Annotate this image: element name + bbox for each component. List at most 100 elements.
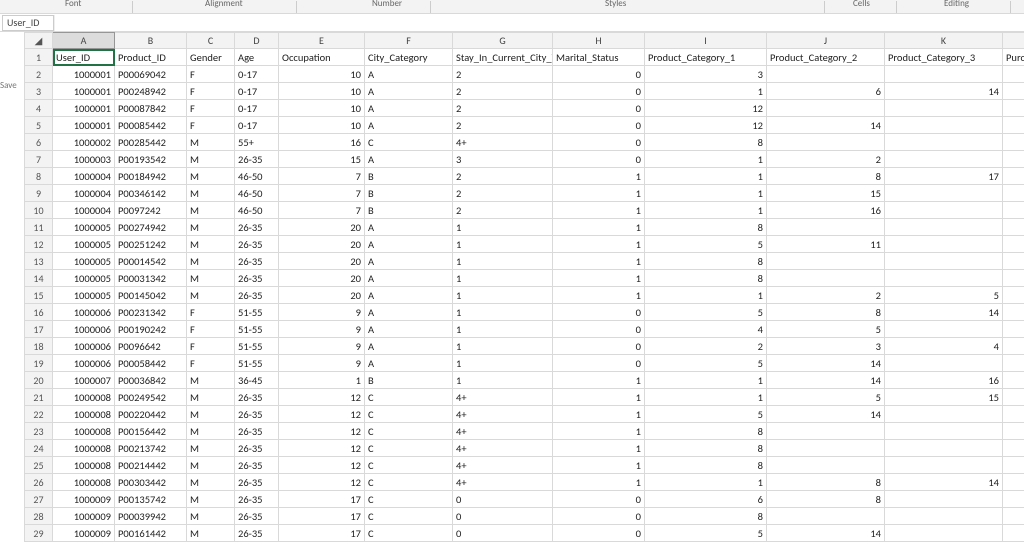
cell[interactable]: 4+ (453, 423, 553, 440)
cell[interactable] (885, 253, 1003, 270)
col-header-A[interactable]: A (53, 33, 115, 49)
cell[interactable]: P00274942 (115, 219, 187, 236)
cell[interactable]: 1 (453, 219, 553, 236)
cell[interactable] (767, 134, 885, 151)
table-row[interactable]: 1User_IDProduct_IDGenderAgeOccupationCit… (25, 49, 1024, 66)
cell[interactable]: A (365, 100, 453, 117)
cell[interactable]: M (187, 151, 235, 168)
cell[interactable]: 1 (645, 474, 767, 491)
cell[interactable]: M (187, 270, 235, 287)
cell[interactable]: 0 (453, 508, 553, 525)
cell[interactable]: 12 (279, 474, 365, 491)
cell[interactable]: 6073 (1003, 270, 1024, 287)
cell[interactable]: 1000006 (53, 338, 115, 355)
cell[interactable]: Product_Category_1 (645, 49, 767, 66)
cell[interactable]: 15686 (1003, 202, 1024, 219)
cell[interactable]: 1 (453, 253, 553, 270)
cell[interactable]: 8 (645, 423, 767, 440)
table-row[interactable]: 31000001P00248942F0-1710A20161415200 (25, 83, 1024, 100)
table-row[interactable]: 91000004P00346142M46-507B2111515854 (25, 185, 1024, 202)
cell[interactable]: P0096642 (115, 338, 187, 355)
cell[interactable]: 20 (279, 287, 365, 304)
row-header[interactable]: 14 (25, 270, 53, 287)
cell[interactable]: 14 (885, 304, 1003, 321)
row-header[interactable]: 13 (25, 253, 53, 270)
cell[interactable]: 7969 (1003, 134, 1024, 151)
cell[interactable]: 1000008 (53, 389, 115, 406)
col-header-H[interactable]: H (553, 33, 645, 49)
cell[interactable] (767, 66, 885, 83)
cell[interactable]: 0 (553, 117, 645, 134)
row-header[interactable]: 22 (25, 406, 53, 423)
table-row[interactable]: 231000008P00156442M26-3512C4+189872 (25, 423, 1024, 440)
cell[interactable]: 10 (279, 100, 365, 117)
cell[interactable]: 2 (453, 168, 553, 185)
cell[interactable]: P00145042 (115, 287, 187, 304)
table-row[interactable]: 171000006P00190242F51-559A10452079 (25, 321, 1024, 338)
cell[interactable]: 2 (453, 83, 553, 100)
cell[interactable]: 26-35 (235, 525, 279, 542)
cell[interactable]: 46-50 (235, 185, 279, 202)
table-row[interactable]: 261000008P00303442M26-3512C4+1181411927 (25, 474, 1024, 491)
cell[interactable]: A (365, 236, 453, 253)
cell[interactable]: Marital_Status (553, 49, 645, 66)
cell[interactable]: 51-55 (235, 304, 279, 321)
row-header[interactable]: 26 (25, 474, 53, 491)
cell[interactable] (885, 134, 1003, 151)
cell[interactable]: P00184942 (115, 168, 187, 185)
cell[interactable]: 1000005 (53, 287, 115, 304)
col-header-F[interactable]: F (365, 33, 453, 49)
cell[interactable]: 8 (645, 253, 767, 270)
cell[interactable]: A (365, 83, 453, 100)
cell[interactable]: A (365, 321, 453, 338)
cell[interactable]: 1 (553, 372, 645, 389)
cell[interactable] (885, 219, 1003, 236)
cell[interactable]: 7 (279, 185, 365, 202)
cell[interactable]: P00303442 (115, 474, 187, 491)
cell[interactable]: 0 (553, 321, 645, 338)
cell[interactable]: 1 (645, 389, 767, 406)
cell[interactable]: 15 (279, 151, 365, 168)
table-row[interactable]: 281000009P00039942M26-3517C0085887 (25, 508, 1024, 525)
cell[interactable]: 1000005 (53, 270, 115, 287)
cell[interactable]: 1 (645, 202, 767, 219)
cell[interactable] (885, 457, 1003, 474)
cell[interactable]: 12 (645, 117, 767, 134)
cell[interactable]: 26-35 (235, 440, 279, 457)
cell[interactable] (885, 151, 1003, 168)
row-header[interactable]: 2 (25, 66, 53, 83)
cell[interactable]: 26-35 (235, 270, 279, 287)
formula-bar[interactable] (54, 15, 1024, 31)
cell[interactable]: 0 (453, 525, 553, 542)
cell[interactable]: 8 (767, 168, 885, 185)
cell[interactable]: 1 (553, 270, 645, 287)
cell[interactable]: 2 (645, 338, 767, 355)
cell[interactable]: 1 (453, 287, 553, 304)
row-header[interactable]: 12 (25, 236, 53, 253)
cell[interactable]: F (187, 100, 235, 117)
cell[interactable]: 10 (279, 83, 365, 100)
cell[interactable]: 20 (279, 219, 365, 236)
cell[interactable]: 19614 (1003, 389, 1024, 406)
cell[interactable]: 8 (645, 457, 767, 474)
cell[interactable]: A (365, 151, 453, 168)
cell[interactable]: 5 (645, 406, 767, 423)
cell[interactable]: P00039942 (115, 508, 187, 525)
cell[interactable]: 12 (279, 440, 365, 457)
cell[interactable]: 5 (767, 389, 885, 406)
cell[interactable]: 1 (553, 457, 645, 474)
cell[interactable]: P00069042 (115, 66, 187, 83)
cell[interactable]: 6 (645, 491, 767, 508)
cell[interactable] (885, 270, 1003, 287)
cell[interactable]: P00156442 (115, 423, 187, 440)
cell[interactable] (885, 202, 1003, 219)
cell[interactable]: 0 (553, 83, 645, 100)
cell[interactable]: F (187, 321, 235, 338)
cell[interactable]: 15854 (1003, 185, 1024, 202)
cell[interactable]: 5378 (1003, 304, 1024, 321)
cell[interactable]: 8 (645, 440, 767, 457)
cell[interactable]: 4+ (453, 457, 553, 474)
cell[interactable]: 8370 (1003, 66, 1024, 83)
cell[interactable]: P00161442 (115, 525, 187, 542)
cell[interactable]: 26-35 (235, 457, 279, 474)
